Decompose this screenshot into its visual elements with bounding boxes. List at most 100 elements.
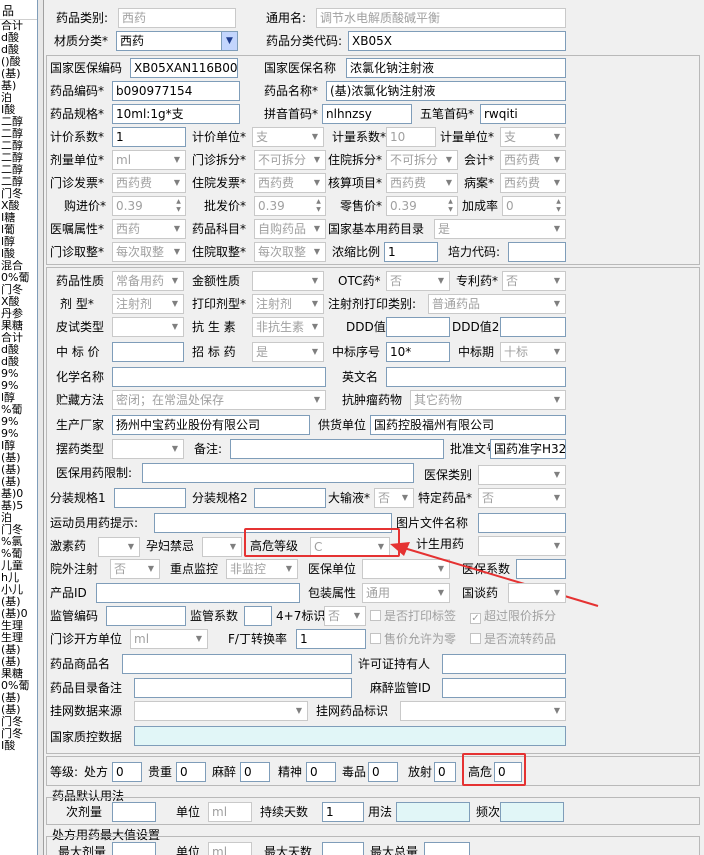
drug-list-item[interactable]: 基)5 <box>0 500 37 512</box>
drug-list-item[interactable]: (基) <box>0 452 37 464</box>
drug-list-item[interactable]: 门冬 <box>0 716 37 728</box>
spec-field[interactable]: 10ml:1g*支 <box>112 104 240 124</box>
drug-list-item[interactable]: I醇 <box>0 440 37 452</box>
drug-list-item[interactable]: l葡 <box>0 224 37 236</box>
drug-list-item[interactable]: 混合 <box>0 260 37 272</box>
manufacturer-field[interactable]: 扬州中宝药业股份有限公司 <box>112 415 310 435</box>
drug-list-item[interactable]: 果糖 <box>0 320 37 332</box>
en-name-field[interactable] <box>386 367 566 387</box>
drug-list-item[interactable]: 二醇 <box>0 176 37 188</box>
drug-list-item[interactable]: (基) <box>0 596 37 608</box>
drug-list-item[interactable]: %氯 <box>0 536 37 548</box>
nhsa-code-field[interactable]: XB05XAN116B0020 <box>130 58 238 78</box>
bid-no-field[interactable]: 10* <box>386 342 450 362</box>
drug-list-item[interactable]: 合计 <box>0 332 37 344</box>
drug-list-item[interactable]: (基) <box>0 68 37 80</box>
drug-list-item[interactable]: l醇 <box>0 392 37 404</box>
wubi-field[interactable]: rwqiti <box>480 104 566 124</box>
grade-radio-field[interactable]: 0 <box>434 762 456 782</box>
price-coef-field[interactable]: 1 <box>112 127 186 147</box>
drug-list-item[interactable]: (基)0 <box>0 608 37 620</box>
drug-list-item[interactable]: 二醇 <box>0 140 37 152</box>
drug-list-item[interactable]: l酸 <box>0 248 37 260</box>
drug-list-item[interactable]: 二醇 <box>0 128 37 140</box>
image-file-field[interactable] <box>478 513 566 533</box>
max-dose-field[interactable] <box>112 842 156 855</box>
grade-toxic-field[interactable]: 0 <box>368 762 398 782</box>
drug-list-item[interactable]: I糖 <box>0 212 37 224</box>
drug-list-item[interactable]: 0%葡 <box>0 680 37 692</box>
over-limit-checkbox[interactable]: ✓ 超过限价拆分 <box>470 606 556 626</box>
product-id-field[interactable] <box>96 583 300 603</box>
drug-list-item[interactable]: (基) <box>0 464 37 476</box>
default-dose-field[interactable] <box>112 802 156 822</box>
drug-list-item[interactable]: 门冬 <box>0 284 37 296</box>
circulate-checkbox[interactable]: 是否流转药品 <box>470 629 556 649</box>
class-code-field[interactable]: XB05X <box>348 31 566 51</box>
max-days-field[interactable] <box>322 842 364 855</box>
drug-list-item[interactable]: 9% <box>0 380 37 392</box>
grade-psych-field[interactable]: 0 <box>306 762 336 782</box>
drug-list-item[interactable]: ()酸 <box>0 56 37 68</box>
grade-op-field[interactable]: 0 <box>112 762 142 782</box>
chem-name-field[interactable] <box>112 367 326 387</box>
drug-list-item[interactable]: 泊 <box>0 512 37 524</box>
drug-list-item[interactable]: d酸 <box>0 32 37 44</box>
anesth-id-field[interactable] <box>442 678 566 698</box>
drug-list-item[interactable]: (基) <box>0 656 37 668</box>
max-total-field[interactable] <box>424 842 470 855</box>
default-days-field[interactable]: 1 <box>322 802 364 822</box>
drug-list-item[interactable]: 小儿 <box>0 584 37 596</box>
drug-list-item[interactable]: 泊 <box>0 92 37 104</box>
grade-precious-field[interactable]: 0 <box>176 762 206 782</box>
drug-list-item[interactable]: d酸 <box>0 44 37 56</box>
supplier-field[interactable]: 国药控股福州有限公司 <box>370 415 566 435</box>
grade-anesthetic-field[interactable]: 0 <box>240 762 270 782</box>
drug-list-item[interactable]: 门冬 <box>0 188 37 200</box>
bid-price-field[interactable] <box>112 342 184 362</box>
drug-list-item[interactable]: 0%葡 <box>0 272 37 284</box>
drug-list-item[interactable]: I酸 <box>0 740 37 752</box>
default-usage-field[interactable] <box>396 802 470 822</box>
drug-list-item[interactable]: 丹参 <box>0 308 37 320</box>
drug-list-item[interactable]: 二醇 <box>0 152 37 164</box>
drug-list-panel[interactable]: 品 合计 d酸 d酸 ()酸 (基) 基) 泊 I酸 二醇 二醇 二醇 二醇 二醇 二醇 门冬 X酸 I糖 l葡 l… <box>0 0 38 855</box>
drug-list-item[interactable]: 二醇 <box>0 164 37 176</box>
supervise-coef-field[interactable] <box>244 606 272 626</box>
pinyin-field[interactable]: nlhnzsy <box>322 104 412 124</box>
drug-list-item[interactable]: I酸 <box>0 104 37 116</box>
drug-list-item[interactable]: 生理 <box>0 632 37 644</box>
drug-list-item[interactable]: d酸 <box>0 344 37 356</box>
trade-name-field[interactable] <box>122 654 352 674</box>
drug-list-item[interactable]: 二醇 <box>0 116 37 128</box>
insurance-limit-field[interactable] <box>142 463 414 483</box>
drug-list-item[interactable]: 合计 <box>0 20 37 32</box>
sale-zero-checkbox[interactable]: 售价允许为零 <box>370 629 456 649</box>
drug-list-item[interactable]: (基) <box>0 704 37 716</box>
drug-list-item[interactable]: X酸 <box>0 200 37 212</box>
drug-list-item[interactable]: 基)0 <box>0 488 37 500</box>
concentration-field[interactable]: 1 <box>384 242 438 262</box>
drug-list-item[interactable]: l醇 <box>0 236 37 248</box>
drug-list-item[interactable]: 9% <box>0 416 37 428</box>
default-freq-field[interactable] <box>500 802 564 822</box>
drug-name-field[interactable]: (基)浓氯化钠注射液 <box>326 81 566 101</box>
pack-spec1-field[interactable] <box>114 488 186 508</box>
drug-list-item[interactable]: 果糖 <box>0 668 37 680</box>
nhsa-name-field[interactable]: 浓氯化钠注射液 <box>346 58 566 78</box>
quality-data-field[interactable] <box>134 726 566 746</box>
drug-list-item[interactable]: d酸 <box>0 356 37 368</box>
material-class-select[interactable]: 西药 ▼ <box>116 31 238 51</box>
drug-list-item[interactable]: 9% <box>0 428 37 440</box>
drug-list-item[interactable]: (基) <box>0 692 37 704</box>
fd-rate-field[interactable]: 1 <box>296 629 366 649</box>
supervise-code-field[interactable] <box>106 606 186 626</box>
drug-list-item[interactable]: (基) <box>0 476 37 488</box>
drug-list-item[interactable]: %葡 <box>0 404 37 416</box>
drug-list-item[interactable]: 基) <box>0 80 37 92</box>
print-label-checkbox[interactable]: 是否打印标签 <box>370 606 456 626</box>
drug-list-item[interactable]: 生理 <box>0 620 37 632</box>
license-holder-field[interactable] <box>442 654 566 674</box>
drug-list-item[interactable]: X酸 <box>0 296 37 308</box>
catalog-note-field[interactable] <box>134 678 352 698</box>
